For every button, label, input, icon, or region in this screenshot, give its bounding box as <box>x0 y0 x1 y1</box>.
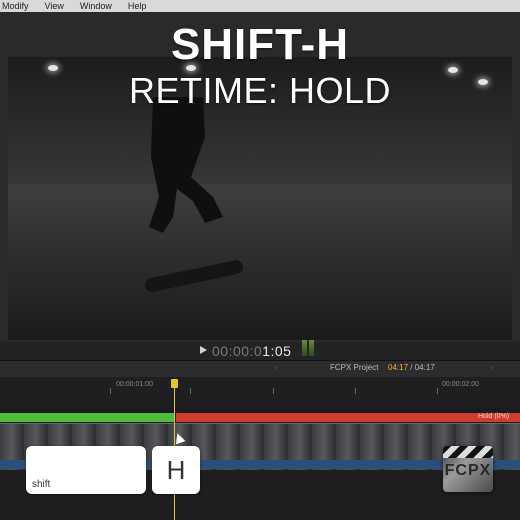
project-name: FCPX Project <box>330 363 379 372</box>
shortcut-subtitle: RETIME: HOLD <box>128 70 392 111</box>
ruler-tick <box>190 388 191 394</box>
skater-silhouette <box>149 97 223 233</box>
play-icon[interactable] <box>200 346 207 354</box>
ruler-tick <box>355 388 356 394</box>
fcpx-logo-text: FCPX <box>444 462 492 479</box>
timeline-header <box>0 360 520 378</box>
menu-modify[interactable]: Modify <box>0 1 37 11</box>
hold-label: Hold (0%) <box>478 413 510 420</box>
ruler-tick <box>437 388 438 394</box>
project-duration: 04:17 / 04:17 <box>388 363 435 372</box>
menu-window[interactable]: Window <box>72 1 120 11</box>
retime-normal-bar[interactable] <box>0 413 174 422</box>
timecode-bright: 1:05 <box>262 343 292 359</box>
shortcut-title: SHIFT-H <box>170 20 350 69</box>
timecode-dim: 00:00:0 <box>212 343 263 359</box>
back-arrow-icon[interactable]: ‹ <box>275 362 278 372</box>
ruler-label: 00:00:02:00 <box>442 381 479 388</box>
h-key: H <box>152 446 200 494</box>
project-total-time: / 04:17 <box>410 363 435 372</box>
video-floor <box>8 184 512 340</box>
ruler-tick <box>110 388 111 394</box>
menu-help[interactable]: Help <box>120 1 155 11</box>
fcpx-logo: FCPX <box>443 446 493 492</box>
clapper-stripes <box>443 446 493 458</box>
project-current-time: 04:17 <box>388 363 409 372</box>
shift-key-label: shift <box>32 479 51 490</box>
viewer-timecode: 00:00:01:05 <box>212 343 291 359</box>
audio-meter-right <box>309 340 314 356</box>
retime-hold-bar[interactable] <box>176 413 520 422</box>
menu-view[interactable]: View <box>37 1 72 11</box>
ruler-tick <box>273 388 274 394</box>
playhead-handle[interactable] <box>171 379 178 388</box>
ruler-label: 00:00:01:00 <box>116 381 153 388</box>
menu-bar: Modify View Window Help <box>0 0 520 12</box>
forward-arrow-icon[interactable]: › <box>490 362 493 372</box>
audio-meter-left <box>302 340 307 356</box>
